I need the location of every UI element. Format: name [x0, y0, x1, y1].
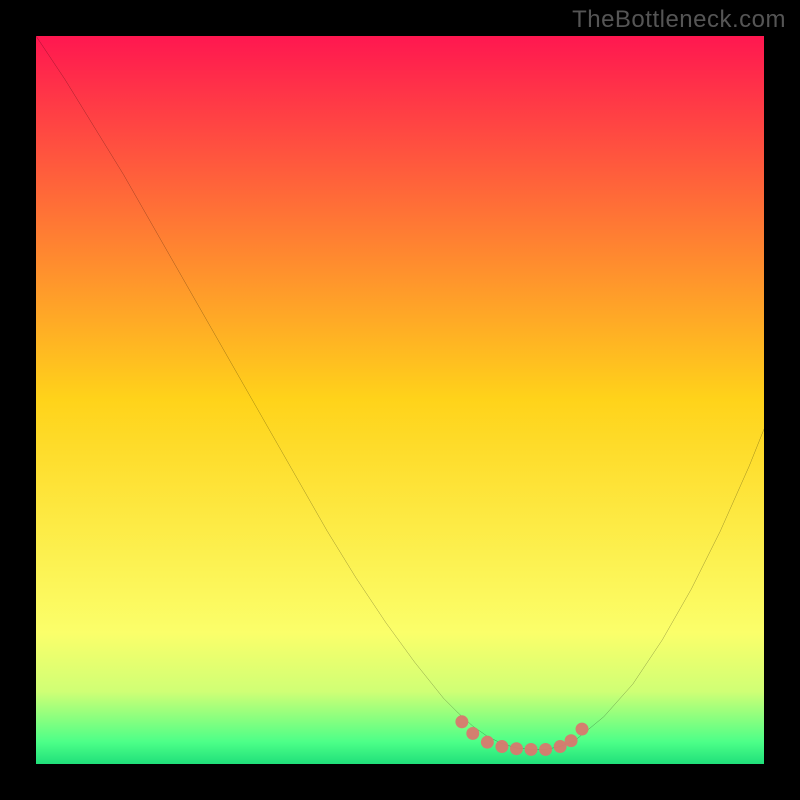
watermark-text: TheBottleneck.com	[572, 6, 786, 34]
plot-background	[36, 36, 764, 764]
bottleneck-chart	[36, 36, 764, 764]
chart-frame: TheBottleneck.com	[0, 0, 800, 800]
